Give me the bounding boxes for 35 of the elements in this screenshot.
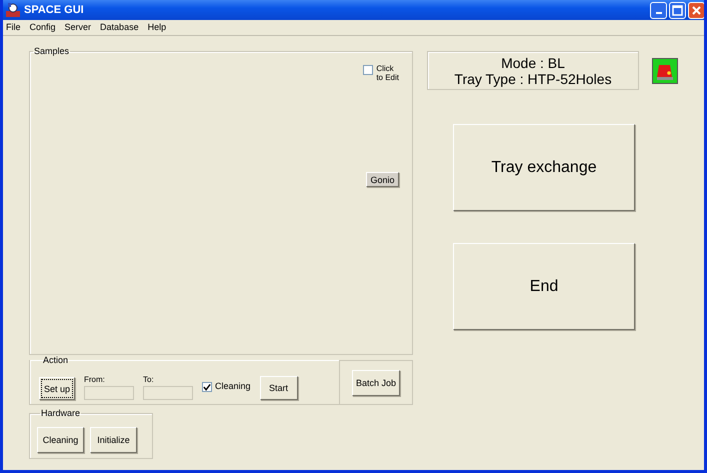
gonio-button[interactable]: Gonio (366, 172, 399, 187)
batch-job-button[interactable]: Batch Job (352, 370, 400, 396)
maximize-button[interactable] (669, 2, 686, 18)
checkbox[interactable] (363, 65, 374, 75)
tray-type-text: Tray Type : HTP-52Holes (454, 70, 612, 86)
input-field[interactable] (143, 386, 193, 400)
start-button[interactable]: Start (260, 376, 298, 400)
close-button[interactable] (688, 2, 704, 18)
mode-text: Mode : BL (501, 54, 565, 70)
field-label: From: (84, 375, 106, 384)
checkbox-label: Click to Edit (376, 64, 399, 82)
panel-title: Action (42, 355, 70, 365)
checkbox-label: Cleaning (215, 381, 251, 392)
field-label: To: (143, 375, 155, 384)
maximize-icon (672, 4, 683, 16)
window-title: SPACE GUI (24, 4, 84, 16)
close-icon (691, 4, 702, 16)
input-field[interactable] (84, 386, 134, 400)
menu-item[interactable]: File (6, 22, 21, 33)
satellite-icon (5, 2, 21, 18)
main-button[interactable]: Tray exchange (453, 124, 635, 211)
menu-item[interactable]: Database (100, 22, 139, 33)
menu-item[interactable]: Config (30, 22, 56, 33)
minimize-icon (656, 12, 662, 14)
menu-item[interactable]: Server (64, 22, 92, 33)
hardware-button[interactable]: Cleaning (37, 427, 84, 453)
setup-button[interactable]: Set up (39, 377, 75, 400)
main-button[interactable]: End (453, 243, 635, 330)
alarm-lamp-icon (652, 58, 678, 84)
minimize-button[interactable] (650, 2, 667, 18)
panel-title: Samples (33, 46, 70, 56)
menu-item[interactable]: Help (148, 22, 166, 33)
panel-title: Hardware (40, 408, 82, 418)
checkbox[interactable] (202, 382, 212, 392)
hardware-button[interactable]: Initialize (90, 427, 137, 453)
